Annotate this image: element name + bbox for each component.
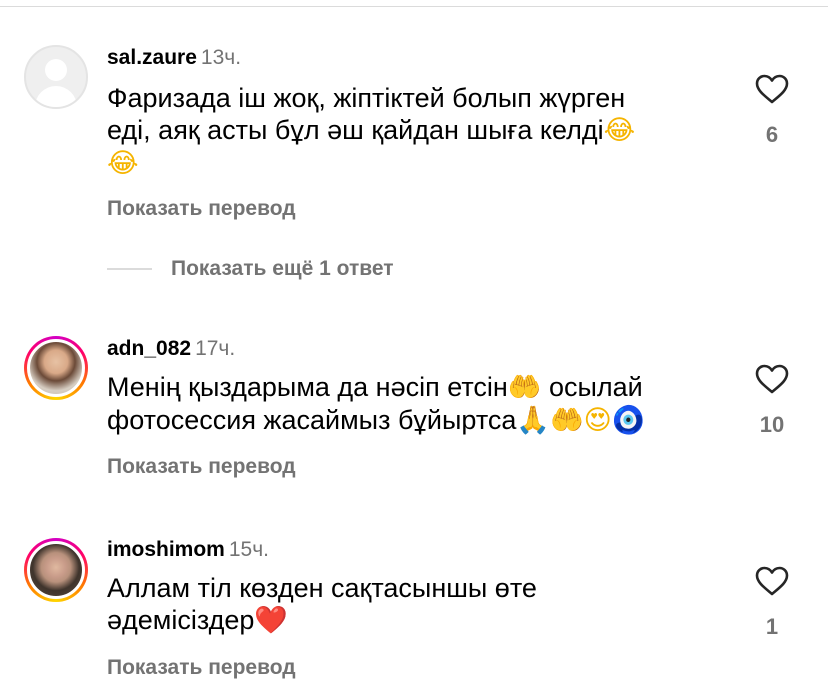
comment-text-segment: әдемісіздер: [107, 605, 255, 635]
comment-text: Аллам тіл көзден сақтасыншы өте әдемісіз…: [107, 572, 707, 637]
heart-eyes-emoji: 😍: [583, 405, 612, 436]
comment-username[interactable]: imoshimom: [107, 538, 225, 561]
laughing-emoji: 😂: [107, 148, 139, 179]
like-button[interactable]: [752, 566, 792, 596]
comment-username[interactable]: adn_082: [107, 337, 191, 360]
comment-text-line: Аллам тіл көзден сақтасыншы өте: [107, 573, 537, 603]
show-translation-link[interactable]: Показать перевод: [107, 656, 296, 680]
like-count: 6: [765, 122, 779, 147]
show-translation-link[interactable]: Показать перевод: [107, 197, 296, 221]
like-button[interactable]: [752, 364, 792, 394]
palms-up-emoji: 🤲: [550, 405, 584, 436]
comment-text: Менің қыздарыма да нәсіп етсін🤲 осылай ф…: [107, 371, 707, 437]
comment-meta: sal.zaure 13ч.: [107, 46, 241, 70]
comments-page: sal.zaure 13ч. Фаризада іш жоқ, жіптіктей…: [0, 0, 828, 684]
nazar-amulet-emoji: 🧿: [611, 405, 646, 436]
comment-text-line: 😂: [107, 147, 707, 180]
show-translation-link[interactable]: Показать перевод: [107, 455, 296, 479]
laughing-emoji: 😂: [603, 115, 636, 146]
comment-text-line: Менің қыздарыма да нәсіп етсін🤲 осылай: [107, 371, 707, 404]
avatar-photo: [27, 339, 85, 397]
comment-time: 13ч.: [200, 46, 242, 69]
avatar[interactable]: [24, 538, 88, 602]
top-divider: [0, 6, 828, 7]
comment-time: 15ч.: [228, 538, 269, 561]
heart-outline-icon: [755, 566, 789, 596]
comment-text-line: фотосессия жасаймыз бұйыртса🙏🤲😍🧿: [107, 404, 707, 437]
comment-text: Фаризада іш жоқ, жіптіктей болып жүрген …: [107, 82, 707, 180]
comment-time: 17ч.: [195, 337, 236, 360]
like-count: 10: [759, 412, 785, 437]
user-silhouette-icon: [45, 59, 67, 81]
like-count: 1: [765, 614, 779, 639]
user-silhouette-body: [35, 86, 77, 107]
comment-text-segment: еді, аяқ асты бұл әш қайдан шыға келді: [107, 115, 604, 145]
avatar[interactable]: [24, 45, 88, 109]
comment-text-segment: осылай: [541, 372, 643, 402]
avatar[interactable]: [24, 336, 88, 400]
comment-text-segment: фотосессия жасаймыз бұйыртса: [107, 405, 517, 435]
palms-up-emoji: 🤲: [507, 372, 542, 403]
replies-divider: [107, 268, 152, 270]
comment-username[interactable]: sal.zaure: [107, 46, 197, 69]
comment-meta: adn_082 17ч.: [107, 337, 235, 361]
comment-meta: imoshimom 15ч.: [107, 538, 269, 562]
heart-outline-icon: [755, 74, 789, 104]
avatar-photo: [27, 541, 85, 599]
red-heart-emoji: ❤️: [254, 605, 289, 636]
show-more-replies-link[interactable]: Показать ещё 1 ответ: [171, 257, 394, 281]
comment-text-line: еді, аяқ асты бұл әш қайдан шыға келді😂: [107, 114, 707, 147]
like-button[interactable]: [752, 74, 792, 104]
comment-text-line: Фаризада іш жоқ, жіптіктей болып жүрген: [107, 83, 626, 113]
praying-hands-emoji: 🙏: [516, 405, 551, 436]
heart-outline-icon: [755, 364, 789, 394]
comment-text-line: әдемісіздер❤️: [107, 604, 707, 637]
comment-text-segment: Менің қыздарыма да нәсіп етсін: [107, 372, 508, 402]
